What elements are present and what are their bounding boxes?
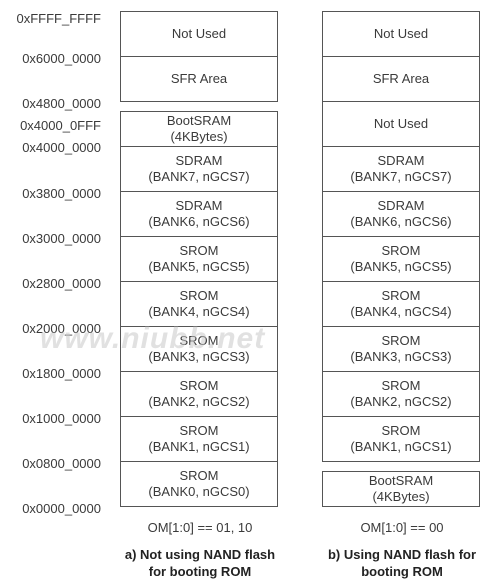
memory-block: SROM (BANK2, nGCS2) [322,372,480,417]
memory-block: SROM (BANK3, nGCS3) [120,327,278,372]
memory-block: BootSRAM (4KBytes) [120,111,278,147]
block-type: SROM [381,378,421,393]
block-detail: (BANK5, nGCS5) [148,259,250,274]
address-label: 0x1000_0000 [22,411,101,426]
block-type: Not Used [171,26,227,41]
block-detail: (4KBytes) [372,489,430,504]
memory-block: SDRAM (BANK7, nGCS7) [322,147,480,192]
address-label: 0x1800_0000 [22,366,101,381]
memory-block: SROM (BANK3, nGCS3) [322,327,480,372]
memory-block: SROM (BANK0, nGCS0) [120,462,278,507]
block-type: Not Used [373,116,429,131]
block-type: SROM [179,423,219,438]
block-detail: (BANK0, nGCS0) [148,484,250,499]
block-detail: (BANK4, nGCS4) [148,304,250,319]
caption-line: for booting ROM [148,564,252,579]
block-detail: (BANK7, nGCS7) [350,169,452,184]
memory-block: SFR Area [322,57,480,102]
memory-block: SDRAM (BANK6, nGCS6) [322,192,480,237]
memory-block: BootSRAM (4KBytes) [322,471,480,507]
block-detail: (4KBytes) [170,129,228,144]
block-type: SROM [179,333,219,348]
address-label: 0x0000_0000 [22,501,101,516]
block-detail: (BANK1, nGCS1) [350,439,452,454]
address-label: 0x4000_0FFF [20,118,101,133]
memory-block: SROM (BANK2, nGCS2) [120,372,278,417]
memory-block: SROM (BANK5, nGCS5) [322,237,480,282]
memory-block: SDRAM (BANK6, nGCS6) [120,192,278,237]
memory-block: SROM (BANK5, nGCS5) [120,237,278,282]
block-detail: (BANK6, nGCS6) [148,214,250,229]
block-type: Not Used [373,26,429,41]
block-type: SROM [179,378,219,393]
block-type: SROM [381,423,421,438]
memory-block: SROM (BANK1, nGCS1) [120,417,278,462]
block-detail: (BANK4, nGCS4) [350,304,452,319]
caption-line: booting ROM [361,564,443,579]
block-type: BootSRAM [166,113,232,128]
block-type: SDRAM [175,153,223,168]
address-label: 0x3800_0000 [22,186,101,201]
block-detail: (BANK1, nGCS1) [148,439,250,454]
memory-block: Not Used [322,11,480,57]
block-type: SDRAM [377,153,425,168]
block-type: SROM [179,468,219,483]
block-detail: (BANK2, nGCS2) [350,394,452,409]
address-label: 0x3000_0000 [22,231,101,246]
memory-block: SROM (BANK1, nGCS1) [322,417,480,462]
mode-label-right: OM[1:0] == 00 [360,520,444,535]
block-type: BootSRAM [368,473,434,488]
memory-block: Not Used [120,11,278,57]
address-label: 0x2000_0000 [22,321,101,336]
address-label: 0x6000_0000 [22,51,101,66]
block-detail: (BANK5, nGCS5) [350,259,452,274]
block-detail: (BANK2, nGCS2) [148,394,250,409]
memory-block: SFR Area [120,57,278,102]
block-type: SROM [381,243,421,258]
caption-right: b) Using NAND flash for booting ROM [302,546,502,580]
caption-line: b) Using NAND flash for [327,547,477,562]
caption-left: a) Not using NAND flash for booting ROM [100,546,300,580]
block-type: SROM [179,243,219,258]
block-detail: (BANK6, nGCS6) [350,214,452,229]
block-detail: (BANK3, nGCS3) [148,349,250,364]
memory-block: Not Used [322,102,480,147]
address-label: 0x2800_0000 [22,276,101,291]
block-type: SROM [381,333,421,348]
block-detail: (BANK3, nGCS3) [350,349,452,364]
address-label: 0x0800_0000 [22,456,101,471]
memory-block: SROM (BANK4, nGCS4) [120,282,278,327]
memory-block: SDRAM (BANK7, nGCS7) [120,147,278,192]
caption-line: a) Not using NAND flash [124,547,276,562]
block-type: SFR Area [372,71,430,86]
block-type: SROM [179,288,219,303]
address-label: 0xFFFF_FFFF [16,11,102,26]
address-label: 0x4800_0000 [22,96,101,111]
block-type: SFR Area [170,71,228,86]
block-type: SDRAM [377,198,425,213]
block-type: SDRAM [175,198,223,213]
block-type: SROM [381,288,421,303]
memory-block: SROM (BANK4, nGCS4) [322,282,480,327]
address-label: 0x4000_0000 [22,140,101,155]
block-detail: (BANK7, nGCS7) [148,169,250,184]
mode-label-left: OM[1:0] == 01, 10 [147,520,253,535]
